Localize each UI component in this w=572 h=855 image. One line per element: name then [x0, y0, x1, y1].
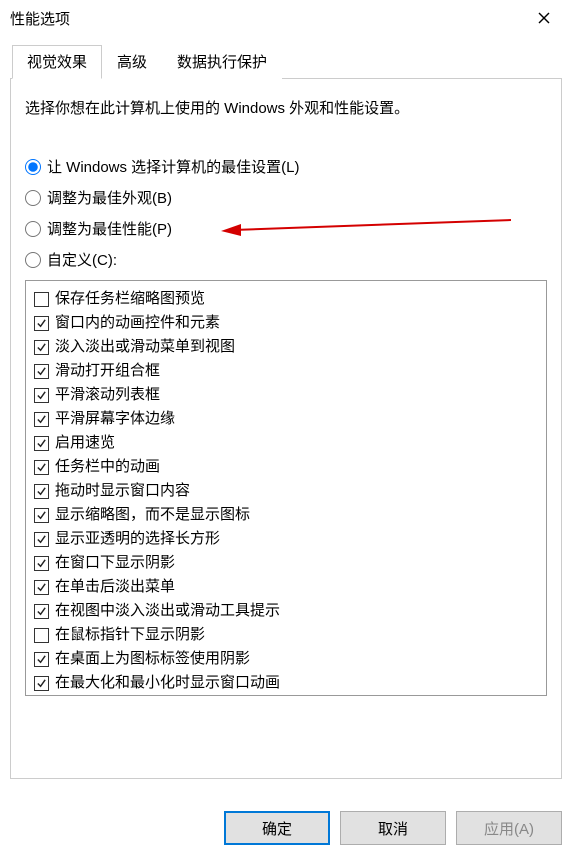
checklist-item-label: 在鼠标指针下显示阴影: [55, 624, 205, 646]
checklist-item-label: 平滑屏幕字体边缘: [55, 408, 175, 430]
checklist-item[interactable]: 拖动时显示窗口内容: [30, 479, 542, 503]
radio-custom-label[interactable]: 自定义(C):: [47, 249, 117, 270]
checklist-item[interactable]: 在鼠标指针下显示阴影: [30, 623, 542, 647]
check-icon: [36, 366, 47, 377]
checkbox[interactable]: [34, 316, 49, 331]
checklist-item[interactable]: 任务栏中的动画: [30, 455, 542, 479]
checkbox[interactable]: [34, 388, 49, 403]
checklist-item-label: 显示缩略图，而不是显示图标: [55, 504, 250, 526]
dialog-button-bar: 确定 取消 应用(A): [224, 811, 562, 845]
checklist-item-label: 在窗口下显示阴影: [55, 552, 175, 574]
checklist-item-label: 窗口内的动画控件和元素: [55, 312, 220, 334]
radio-row-best-appearance[interactable]: 调整为最佳外观(B): [25, 187, 547, 208]
radio-best-performance-label[interactable]: 调整为最佳性能(P): [47, 218, 172, 239]
checklist-item[interactable]: 在单击后淡出菜单: [30, 575, 542, 599]
tab-panel-visual-effects: 选择你想在此计算机上使用的 Windows 外观和性能设置。 让 Windows…: [10, 79, 562, 779]
checkbox[interactable]: [34, 580, 49, 595]
checklist-item[interactable]: 保存任务栏缩略图预览: [30, 287, 542, 311]
description-text: 选择你想在此计算机上使用的 Windows 外观和性能设置。: [25, 97, 547, 118]
radio-auto[interactable]: [25, 159, 41, 175]
checklist-item-label: 淡入淡出或滑动菜单到视图: [55, 336, 235, 358]
checklist-item[interactable]: 平滑滚动列表框: [30, 383, 542, 407]
checkbox[interactable]: [34, 676, 49, 691]
checkbox[interactable]: [34, 508, 49, 523]
close-button[interactable]: [522, 3, 566, 33]
checkbox[interactable]: [34, 436, 49, 451]
checklist-item[interactable]: 平滑屏幕字体边缘: [30, 407, 542, 431]
check-icon: [36, 534, 47, 545]
checkbox[interactable]: [34, 532, 49, 547]
checkbox[interactable]: [34, 364, 49, 379]
checklist-item-label: 启用速览: [55, 432, 115, 454]
radio-best-appearance-label[interactable]: 调整为最佳外观(B): [47, 187, 172, 208]
check-icon: [36, 678, 47, 689]
radio-custom[interactable]: [25, 252, 41, 268]
checklist-item-label: 显示亚透明的选择长方形: [55, 528, 220, 550]
apply-button[interactable]: 应用(A): [456, 811, 562, 845]
checklist-item-label: 在最大化和最小化时显示窗口动画: [55, 672, 280, 694]
checkbox[interactable]: [34, 412, 49, 427]
radio-row-best-performance[interactable]: 调整为最佳性能(P): [25, 218, 547, 239]
checklist-item-label: 在视图中淡入淡出或滑动工具提示: [55, 600, 280, 622]
check-icon: [36, 510, 47, 521]
checklist-item[interactable]: 淡入淡出或滑动菜单到视图: [30, 335, 542, 359]
cancel-button[interactable]: 取消: [340, 811, 446, 845]
checklist-item[interactable]: 显示缩略图，而不是显示图标: [30, 503, 542, 527]
checklist-item-label: 在桌面上为图标标签使用阴影: [55, 648, 250, 670]
ok-button[interactable]: 确定: [224, 811, 330, 845]
checklist-item[interactable]: 在视图中淡入淡出或滑动工具提示: [30, 599, 542, 623]
radio-best-performance[interactable]: [25, 221, 41, 237]
checklist-item[interactable]: 在最大化和最小化时显示窗口动画: [30, 671, 542, 695]
check-icon: [36, 606, 47, 617]
checkbox[interactable]: [34, 484, 49, 499]
checkbox[interactable]: [34, 340, 49, 355]
check-icon: [36, 390, 47, 401]
checkbox[interactable]: [34, 604, 49, 619]
radio-row-custom[interactable]: 自定义(C):: [25, 249, 547, 270]
checklist-item[interactable]: 显示亚透明的选择长方形: [30, 527, 542, 551]
checklist-item-label: 滑动打开组合框: [55, 360, 160, 382]
checklist-item[interactable]: 在窗口下显示阴影: [30, 551, 542, 575]
close-icon: [538, 12, 550, 24]
check-icon: [36, 582, 47, 593]
tab-strip: 视觉效果 高级 数据执行保护: [10, 44, 562, 79]
check-icon: [36, 462, 47, 473]
radio-row-auto[interactable]: 让 Windows 选择计算机的最佳设置(L): [25, 156, 547, 177]
check-icon: [36, 342, 47, 353]
checklist-item-label: 平滑滚动列表框: [55, 384, 160, 406]
tab-advanced[interactable]: 高级: [102, 45, 162, 79]
window-titlebar: 性能选项: [0, 0, 572, 36]
checklist-item-label: 拖动时显示窗口内容: [55, 480, 190, 502]
checklist-item[interactable]: 在桌面上为图标标签使用阴影: [30, 647, 542, 671]
check-icon: [36, 438, 47, 449]
effects-checklist[interactable]: 保存任务栏缩略图预览窗口内的动画控件和元素淡入淡出或滑动菜单到视图滑动打开组合框…: [25, 280, 547, 696]
check-icon: [36, 654, 47, 665]
check-icon: [36, 318, 47, 329]
checklist-item-label: 任务栏中的动画: [55, 456, 160, 478]
checklist-item[interactable]: 窗口内的动画控件和元素: [30, 311, 542, 335]
window-title: 性能选项: [10, 8, 70, 29]
checklist-item-label: 保存任务栏缩略图预览: [55, 288, 205, 310]
check-icon: [36, 414, 47, 425]
radio-best-appearance[interactable]: [25, 190, 41, 206]
checklist-item-label: 在单击后淡出菜单: [55, 576, 175, 598]
check-icon: [36, 558, 47, 569]
check-icon: [36, 486, 47, 497]
tab-dep[interactable]: 数据执行保护: [162, 45, 282, 79]
checkbox[interactable]: [34, 460, 49, 475]
tab-visual-effects[interactable]: 视觉效果: [12, 45, 102, 79]
checkbox[interactable]: [34, 556, 49, 571]
checkbox[interactable]: [34, 292, 49, 307]
checkbox[interactable]: [34, 652, 49, 667]
checklist-item[interactable]: 启用速览: [30, 431, 542, 455]
checklist-item[interactable]: 滑动打开组合框: [30, 359, 542, 383]
annotation-arrow-icon: [221, 218, 511, 238]
checkbox[interactable]: [34, 628, 49, 643]
radio-auto-label[interactable]: 让 Windows 选择计算机的最佳设置(L): [47, 156, 300, 177]
